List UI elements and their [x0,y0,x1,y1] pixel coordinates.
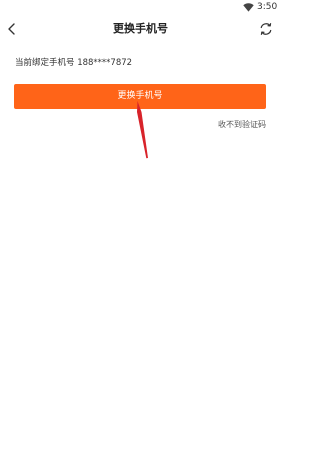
refresh-icon[interactable] [258,21,274,37]
page-title: 更换手机号 [113,22,168,35]
status-time: 3:50 [257,2,278,12]
wifi-icon [243,3,254,12]
status-bar: 3:50 [0,0,281,14]
no-code-link[interactable]: 收不到验证码 [218,119,266,130]
current-phone-label: 当前绑定手机号 188****7872 [15,58,133,68]
nav-bar: 更换手机号 [0,14,281,44]
change-phone-button[interactable]: 更换手机号 [14,84,266,109]
annotation-arrow-icon [137,101,148,159]
